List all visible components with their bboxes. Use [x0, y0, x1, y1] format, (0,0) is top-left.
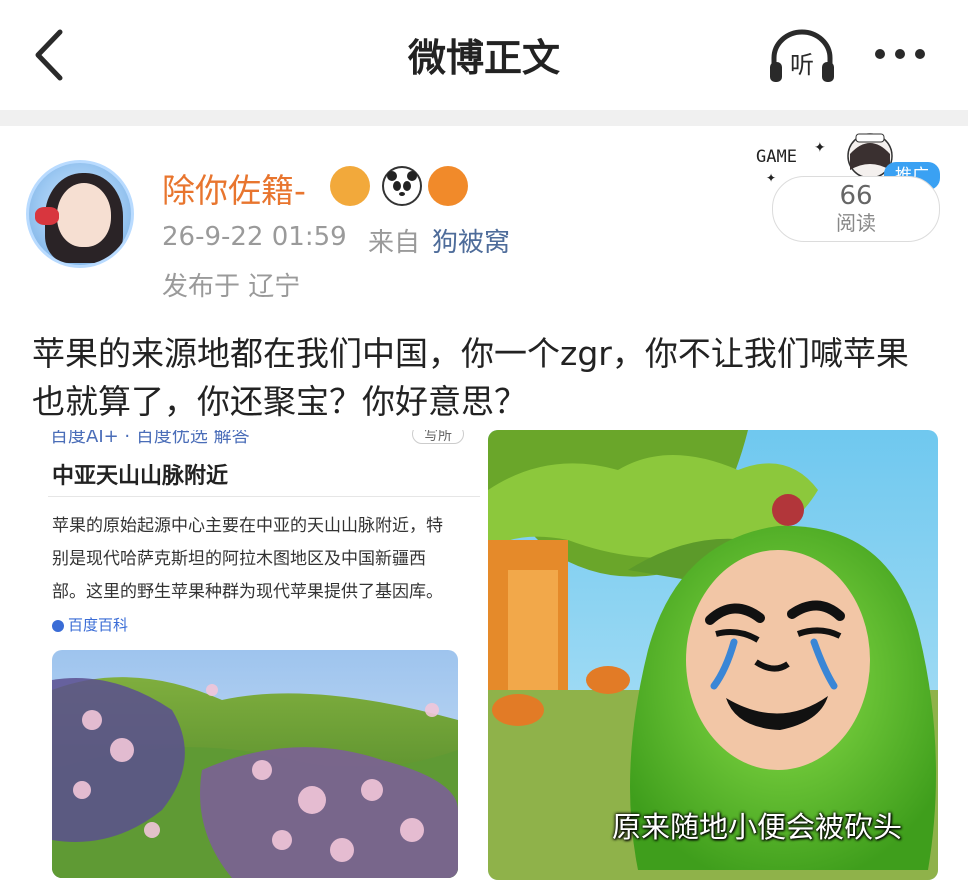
svg-text:GAME: GAME	[756, 147, 797, 167]
author-name[interactable]: 除你佐籍-	[162, 164, 306, 212]
more-button[interactable]	[868, 34, 932, 74]
post-content: 苹果的来源地都在我们中国，你一个zgr，你不让我们喊苹果也就算了，你还聚宝？你好…	[32, 334, 909, 421]
section-divider	[0, 110, 968, 126]
meme-caption: 原来随地小便会被砍头	[612, 810, 903, 844]
baike-icon	[52, 619, 64, 632]
read-label: 阅读	[836, 211, 876, 235]
read-count-box[interactable]: 66 阅读	[772, 176, 940, 242]
post-location: 发布于 辽宁	[162, 272, 301, 302]
svg-text:听: 听	[790, 51, 814, 79]
crown-badge-icon[interactable]	[330, 166, 370, 206]
from-prefix: 来自	[368, 228, 421, 258]
chevron-left-icon	[35, 29, 63, 81]
image-body-text: 苹果的原始起源中心主要在中亚的天山山脉附近，特别是现代哈萨克斯坦的阿拉木图地区及…	[52, 516, 443, 634]
read-count: 66	[839, 181, 873, 211]
baike-source-tag: 百度百科	[52, 616, 128, 634]
post-source-link[interactable]: 狗被窝	[432, 222, 510, 259]
headphones-listen-icon: 听	[770, 29, 834, 82]
image-subtitle: 中亚天山山脉附近	[52, 464, 229, 489]
landscape-photo	[52, 650, 458, 878]
back-button[interactable]	[24, 22, 84, 88]
listen-button[interactable]: 听	[764, 28, 840, 88]
avatar[interactable]	[26, 160, 134, 268]
svg-text:✦: ✦	[814, 140, 826, 156]
more-dots-icon	[875, 49, 925, 59]
fish-badge-icon[interactable]	[428, 166, 468, 206]
panda-badge-icon[interactable]	[382, 166, 422, 206]
top-nav-bar: 微博正文 听	[0, 0, 968, 110]
post-image-right[interactable]: 原来随地小便会被砍头	[488, 430, 938, 880]
post-time: 26-9-22 01:59	[162, 222, 347, 252]
image-header-right-text: 写所	[412, 430, 464, 444]
image-header-text: 百度AI+ · 百度优选 解答	[50, 430, 250, 447]
post-image-left[interactable]: 百度AI+ · 百度优选 解答 写所 中亚天山山脉附近 苹果的原始起源中心主要在…	[30, 430, 480, 878]
